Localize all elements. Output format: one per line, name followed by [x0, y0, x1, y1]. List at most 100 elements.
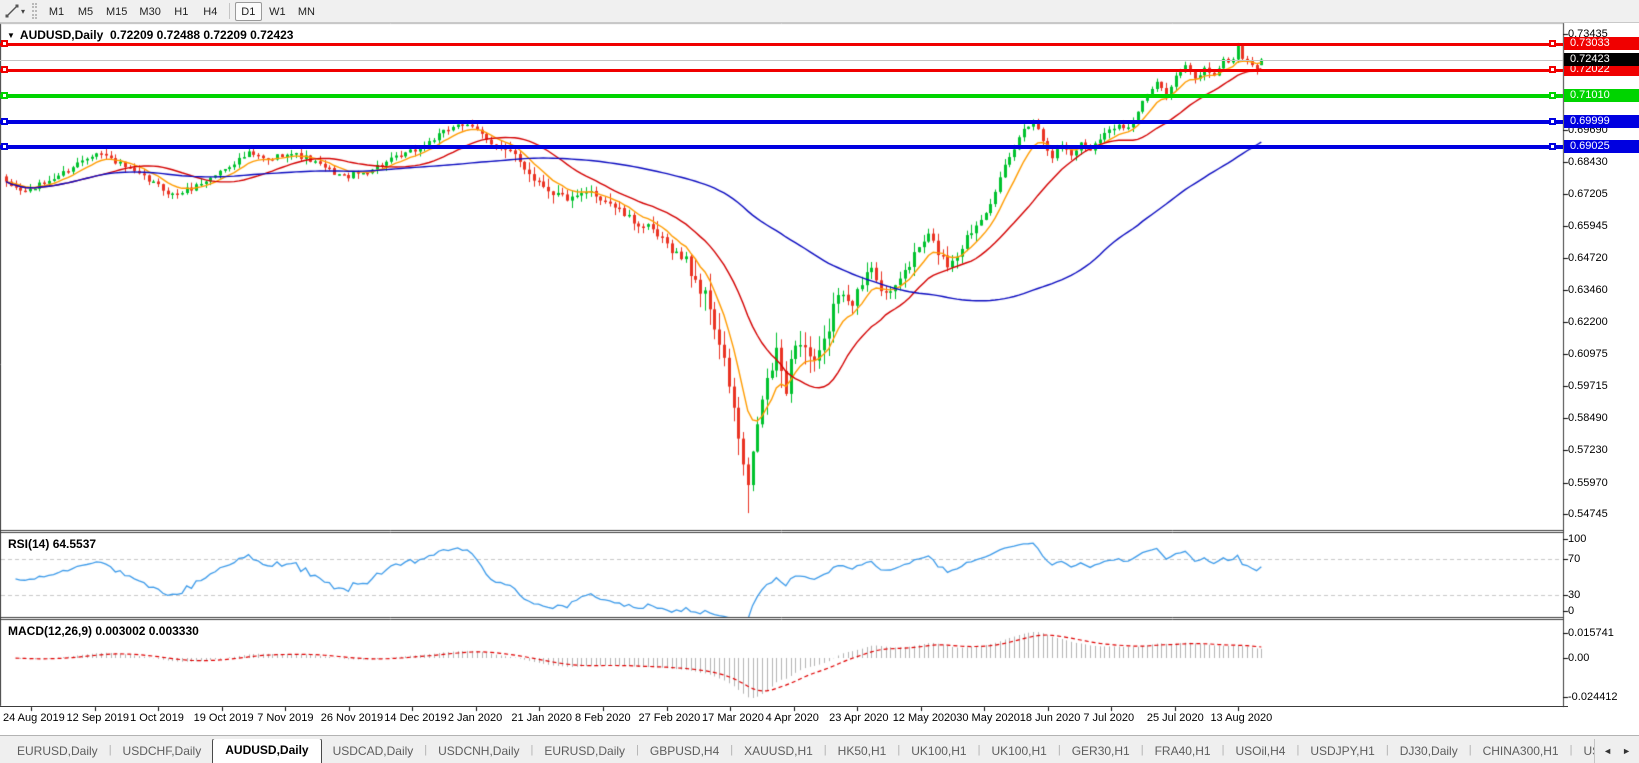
timeframe-button-h1[interactable]: H1	[168, 2, 195, 21]
timeframe-button-mn[interactable]: MN	[293, 2, 320, 21]
tab-usdchf-daily[interactable]: USDCHF,Daily	[112, 741, 213, 763]
horizontal-line-0.69999[interactable]	[0, 120, 1563, 124]
date-label: 24 Aug 2019	[3, 712, 65, 724]
price-tick-label: 0.54745	[1568, 508, 1608, 520]
chevron-down-icon: ▾	[21, 6, 26, 16]
date-label: 7 Nov 2019	[257, 712, 314, 724]
line-handle-left[interactable]	[1, 143, 8, 150]
macd-axis-label: 0.00	[1568, 652, 1590, 664]
timeframe-button-m1[interactable]: M1	[43, 2, 70, 21]
tab-dj30-daily[interactable]: DJ30,Daily	[1389, 741, 1469, 763]
tab-uk100-h1[interactable]: UK100,H1	[980, 741, 1057, 763]
tab-scroll-arrows: ◄ ►	[1594, 739, 1639, 763]
tab-gbpusd-h4[interactable]: GBPUSD,H4	[639, 741, 730, 763]
chart-tabs-bar: EURUSD,Daily | USDCHF,Daily AUDUSD,Daily USD…	[0, 735, 1639, 763]
date-label: 18 Jun 2020	[1019, 712, 1081, 724]
line-handle-right[interactable]	[1549, 92, 1556, 99]
trendline-tool-icon[interactable]: ▾	[2, 2, 28, 21]
horizontal-line-0.69025[interactable]	[0, 145, 1563, 149]
tab-eurusd-daily[interactable]: EURUSD,Daily	[533, 741, 636, 763]
timeframe-button-m5[interactable]: M5	[72, 2, 99, 21]
line-tool-glyph	[5, 4, 19, 18]
rsi-axis-label: 30	[1568, 589, 1581, 601]
date-label: 14 Dec 2019	[384, 712, 447, 724]
tab-eurusd-daily[interactable]: EURUSD,Daily	[6, 741, 109, 763]
date-label: 12 Sep 2019	[66, 712, 129, 724]
tab-audusd-daily[interactable]: AUDUSD,Daily	[212, 739, 322, 763]
price-tick-label: 0.67205	[1568, 187, 1608, 200]
price-label-box: 0.69025	[1564, 140, 1639, 153]
date-label: 2 Jan 2020	[447, 712, 503, 724]
date-label: 4 Apr 2020	[765, 712, 819, 724]
price-tick-label: 0.57230	[1568, 444, 1608, 457]
mt4-window: ▾ M1 M5 M15 M30 H1 H4 D1 W1 MN ▼ AUDUSD,Daily 0.7…	[0, 0, 1639, 763]
tab-fra40-h1[interactable]: FRA40,H1	[1144, 741, 1222, 763]
tab-usdcnh-daily[interactable]: USDCNH,Daily	[427, 741, 530, 763]
macd-name: MACD(12,26,9)	[8, 624, 93, 638]
date-label: 12 May 2020	[892, 712, 957, 724]
horizontal-line-0.71010[interactable]	[0, 94, 1563, 98]
tab-usoil-h4[interactable]: USOil,H4	[1224, 741, 1296, 763]
date-label: 30 May 2020	[956, 712, 1020, 724]
chart-title: ▼ AUDUSD,Daily 0.72209 0.72488 0.72209 0.…	[7, 28, 293, 42]
line-handle-left[interactable]	[1, 92, 8, 99]
timeframe-button-m15[interactable]: M15	[101, 2, 132, 21]
chart-symbol-label: AUDUSD,Daily	[19, 28, 104, 42]
line-handle-right[interactable]	[1549, 40, 1556, 47]
tab-china300-h1[interactable]: CHINA300,H1	[1472, 741, 1570, 763]
timeframe-button-h4[interactable]: H4	[197, 2, 224, 21]
toolbar-separator	[228, 3, 230, 19]
toolbar-grip[interactable]	[32, 3, 38, 19]
macd-panel-label: MACD(12,26,9) 0.003002 0.003330	[8, 624, 199, 638]
line-handle-left[interactable]	[1, 66, 8, 73]
timeframe-button-m30[interactable]: M30	[134, 2, 165, 21]
rsi-axis-label: 0	[1568, 605, 1575, 617]
macd-main-value: 0.003002	[95, 624, 146, 638]
price-tick-label: 0.55970	[1568, 476, 1608, 489]
rsi-name: RSI(14)	[8, 537, 50, 551]
date-label: 19 Oct 2019	[193, 712, 254, 724]
date-label: 8 Feb 2020	[574, 712, 631, 724]
line-handle-right[interactable]	[1549, 143, 1556, 150]
chevron-down-icon: ▼	[7, 31, 15, 40]
date-label: 26 Nov 2019	[320, 712, 384, 724]
macd-axis-label: -0.024412	[1568, 691, 1618, 703]
chart-ohlc-values: 0.72209 0.72488 0.72209 0.72423	[109, 28, 294, 42]
tab-ger30-h1[interactable]: GER30,H1	[1061, 741, 1141, 763]
timeframe-button-d1[interactable]: D1	[234, 1, 262, 21]
timeframe-button-w1[interactable]: W1	[264, 2, 291, 21]
date-label: 1 Oct 2019	[130, 712, 184, 724]
date-label: 13 Aug 2020	[1210, 712, 1273, 724]
scroll-left-icon[interactable]: ◄	[1603, 746, 1612, 756]
tab-uk100-h1[interactable]: UK100,H1	[900, 741, 977, 763]
date-label: 25 Jul 2020	[1146, 712, 1204, 724]
horizontal-line-0.72022[interactable]	[0, 69, 1563, 72]
line-handle-left[interactable]	[1, 118, 8, 125]
timeframe-button-group: M1 M5 M15 M30 H1 H4 D1 W1 MN	[42, 1, 321, 21]
tab-usoil-h1[interactable]: USOil,H1	[1572, 741, 1594, 763]
price-label-box: 0.71010	[1564, 88, 1639, 102]
chart-tabs: EURUSD,Daily | USDCHF,Daily AUDUSD,Daily USD…	[0, 739, 1594, 763]
tab-usdjpy-h1[interactable]: USDJPY,H1	[1299, 741, 1385, 763]
line-handle-right[interactable]	[1549, 118, 1556, 125]
chart-canvas[interactable]	[0, 0, 1639, 763]
date-label: 21 Jan 2020	[511, 712, 572, 724]
rsi-axis-label: 100	[1568, 533, 1587, 545]
rsi-value: 64.5537	[52, 537, 97, 551]
price-tick-label: 0.59715	[1568, 380, 1608, 393]
price-tick-label: 0.62200	[1568, 316, 1608, 329]
tab-hk50-h1[interactable]: HK50,H1	[827, 741, 898, 763]
price-tick-label: 0.63460	[1568, 284, 1608, 297]
line-handle-right[interactable]	[1549, 66, 1556, 73]
date-label: 17 Mar 2020	[702, 712, 764, 724]
date-label: 7 Jul 2020	[1083, 712, 1135, 724]
horizontal-line-0.73033[interactable]	[0, 43, 1563, 46]
tab-usdcad-daily[interactable]: USDCAD,Daily	[322, 741, 425, 763]
scroll-right-icon[interactable]: ►	[1622, 746, 1631, 756]
price-tick-label: 0.58490	[1568, 411, 1608, 424]
macd-signal-value: 0.003330	[148, 624, 199, 638]
rsi-axis-label: 70	[1568, 553, 1581, 565]
toolbar: ▾ M1 M5 M15 M30 H1 H4 D1 W1 MN	[0, 0, 1639, 23]
tab-xauusd-h1[interactable]: XAUUSD,H1	[733, 741, 824, 763]
price-tick-label: 0.68430	[1568, 156, 1608, 169]
